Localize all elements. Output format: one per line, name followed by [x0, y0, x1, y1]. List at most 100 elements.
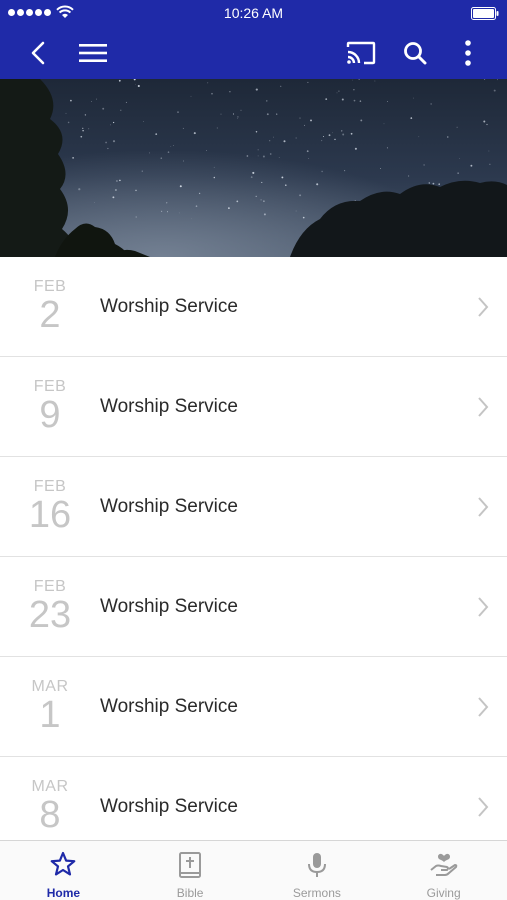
star	[276, 113, 278, 115]
more-vertical-icon	[465, 39, 471, 66]
star	[299, 117, 301, 119]
star	[125, 101, 127, 103]
star	[135, 189, 137, 192]
hamburger-menu-icon	[79, 43, 107, 62]
search-button[interactable]	[398, 26, 432, 79]
star	[257, 155, 259, 157]
star	[232, 113, 235, 115]
star	[266, 113, 269, 116]
star	[195, 205, 198, 207]
star	[198, 192, 201, 195]
star	[84, 114, 87, 116]
star	[354, 147, 357, 150]
star	[262, 155, 265, 158]
more-options-button[interactable]	[455, 26, 481, 79]
star	[341, 130, 343, 132]
star	[352, 79, 353, 81]
star	[322, 135, 325, 138]
night-sky-image	[0, 79, 507, 257]
star	[281, 176, 284, 179]
star	[135, 83, 136, 85]
star	[342, 133, 345, 136]
star	[88, 128, 90, 130]
event-title: Worship Service	[100, 496, 238, 517]
list-item[interactable]: FEB 2 Worship Service	[0, 257, 507, 357]
chevron-right-icon	[478, 797, 489, 817]
star	[488, 150, 490, 152]
star	[207, 82, 209, 84]
star	[137, 84, 140, 88]
star	[306, 150, 309, 153]
tab-bible[interactable]: Bible	[127, 841, 254, 900]
tab-giving[interactable]: Giving	[380, 841, 507, 900]
list-item[interactable]: FEB 9 Worship Service	[0, 357, 507, 457]
star	[408, 175, 410, 177]
event-title: Worship Service	[100, 696, 238, 717]
menu-button[interactable]	[76, 26, 110, 79]
star	[94, 202, 95, 203]
star	[328, 134, 331, 137]
back-arrow-icon	[31, 41, 45, 64]
star	[246, 155, 249, 157]
event-title: Worship Service	[100, 596, 238, 617]
back-button[interactable]	[20, 26, 56, 79]
star	[261, 181, 263, 183]
star	[316, 183, 319, 186]
list-item[interactable]: FEB 23 Worship Service	[0, 557, 507, 657]
event-day: 8	[39, 794, 61, 836]
chevron-right-icon	[478, 297, 489, 317]
star	[321, 170, 323, 173]
star	[379, 167, 382, 170]
star	[325, 98, 328, 100]
star	[353, 99, 356, 102]
star	[193, 132, 196, 135]
chevron-right-icon	[478, 397, 489, 417]
star	[105, 141, 108, 144]
star	[206, 150, 207, 151]
star	[255, 131, 258, 133]
cast-button[interactable]	[343, 26, 379, 79]
list-item[interactable]: FEB 16 Worship Service	[0, 457, 507, 557]
star	[456, 126, 458, 128]
star	[302, 216, 305, 219]
star	[497, 79, 498, 81]
cast-icon	[346, 41, 376, 64]
star	[387, 100, 389, 102]
star	[307, 81, 309, 83]
star	[255, 195, 257, 198]
star	[341, 98, 344, 101]
star	[353, 89, 355, 91]
star	[78, 188, 81, 191]
star	[430, 103, 432, 105]
star	[350, 132, 353, 135]
star	[308, 158, 310, 159]
star	[263, 200, 265, 202]
event-title: Worship Service	[100, 296, 238, 317]
star	[386, 147, 388, 149]
tab-sermons[interactable]: Sermons	[254, 841, 381, 900]
star	[338, 90, 340, 92]
star	[459, 158, 461, 159]
star	[344, 170, 346, 172]
star	[183, 160, 184, 162]
star	[447, 136, 449, 138]
star	[70, 99, 72, 102]
star	[489, 163, 491, 165]
hero-image	[0, 79, 507, 257]
star	[295, 210, 297, 212]
battery-icon	[471, 7, 499, 20]
star	[160, 157, 163, 159]
star	[82, 127, 84, 129]
app-bar	[0, 26, 507, 79]
star	[237, 118, 238, 119]
star	[237, 116, 239, 118]
star	[141, 170, 143, 172]
star	[107, 147, 109, 150]
tab-home[interactable]: Home	[0, 841, 127, 900]
status-time: 10:26 AM	[223, 5, 284, 21]
star	[269, 153, 272, 155]
star	[255, 88, 258, 91]
star	[260, 199, 262, 201]
list-item[interactable]: MAR 1 Worship Service	[0, 657, 507, 757]
star	[470, 164, 473, 167]
